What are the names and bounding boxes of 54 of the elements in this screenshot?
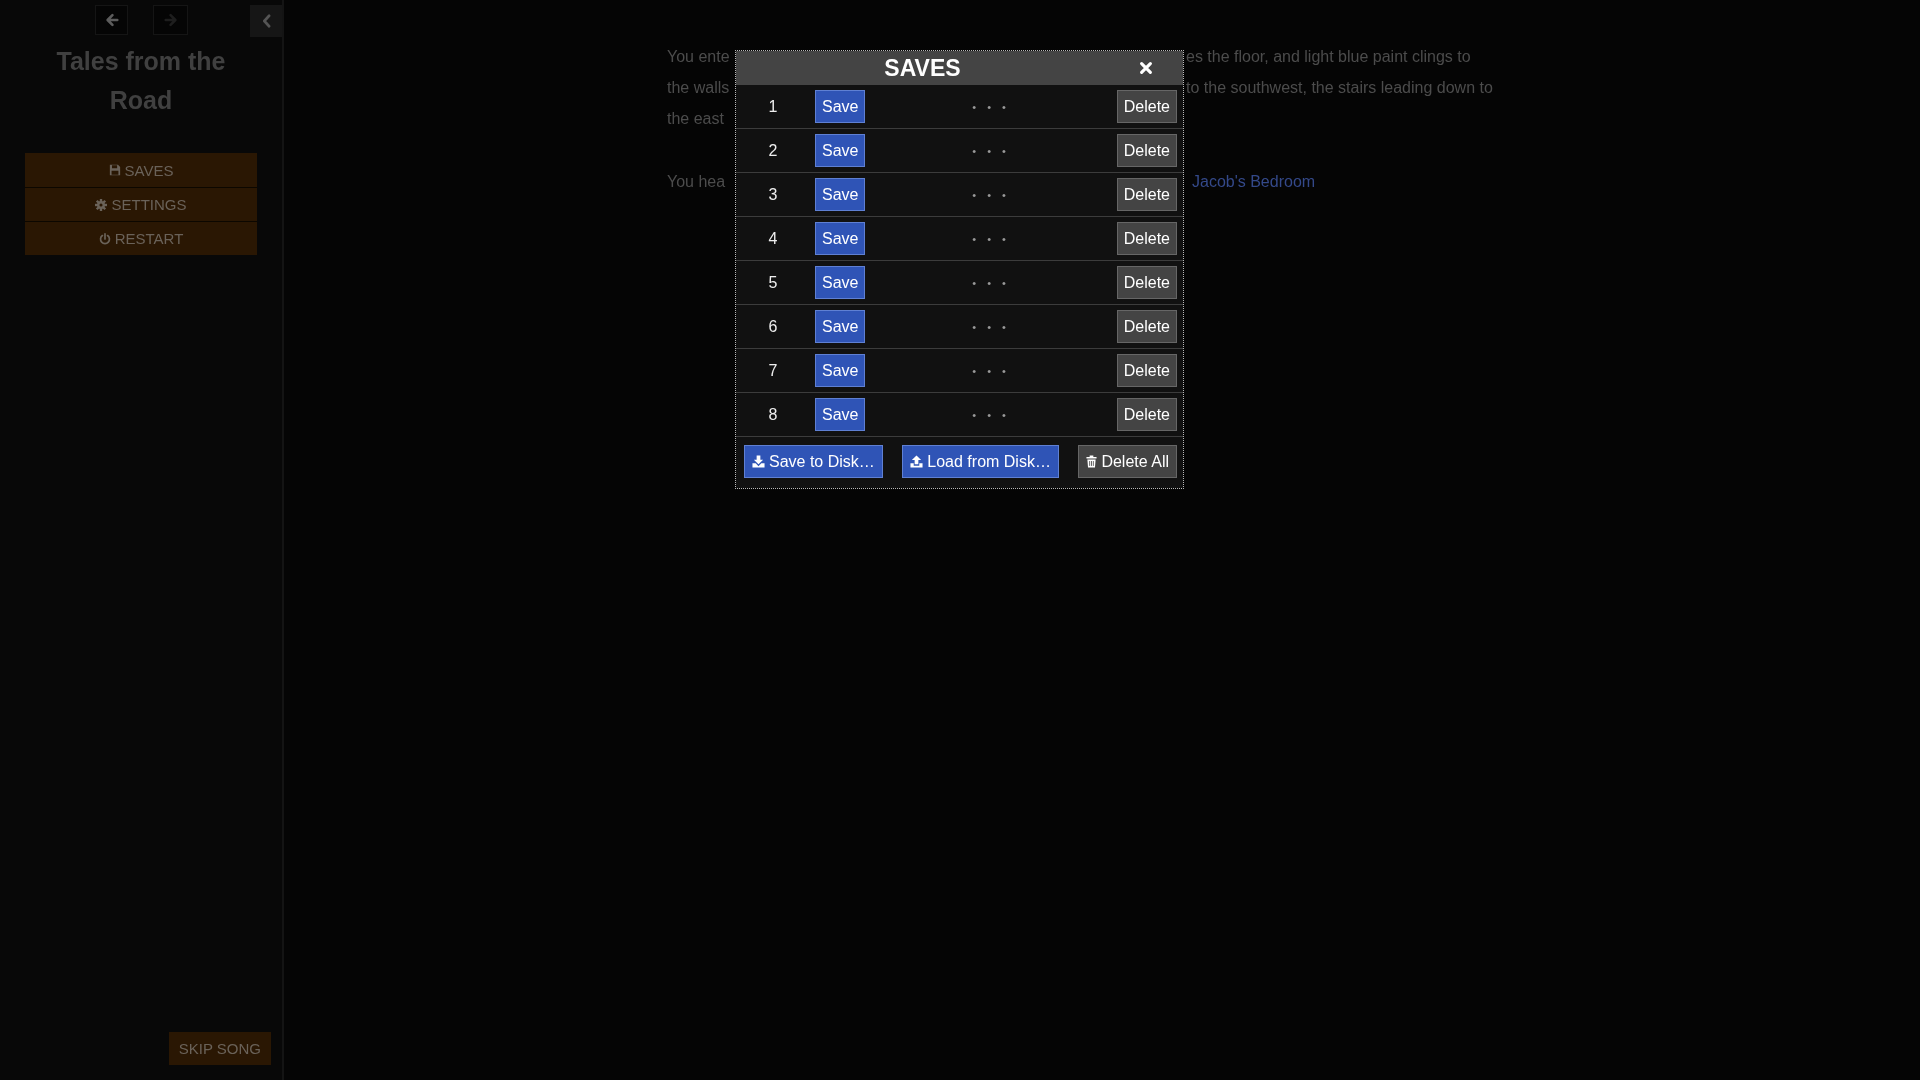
save-slot-button[interactable]: Save xyxy=(815,266,866,299)
arrow-left-icon xyxy=(104,13,119,27)
empty-slot-text: • • • xyxy=(971,188,1011,201)
download-icon xyxy=(752,455,765,468)
power-icon xyxy=(98,232,111,245)
passage-text: You hea xyxy=(667,172,726,192)
load-from-disk-button[interactable]: Load from Disk… xyxy=(902,445,1059,478)
slot-number: 5 xyxy=(767,273,779,292)
save-slot-button[interactable]: Save xyxy=(815,398,866,431)
empty-slot-text: • • • xyxy=(971,320,1011,333)
slot-number: 7 xyxy=(767,361,779,380)
empty-slot-text: • • • xyxy=(971,364,1011,377)
slot-number: 6 xyxy=(767,317,779,336)
back-button[interactable] xyxy=(95,5,128,35)
delete-slot-button[interactable]: Delete xyxy=(1116,222,1177,255)
empty-slot-text: • • • xyxy=(971,100,1011,113)
delete-slot-button[interactable]: Delete xyxy=(1116,398,1177,431)
passage-text: the east xyxy=(667,109,724,129)
delete-slot-button[interactable]: Delete xyxy=(1116,310,1177,343)
story-title: Tales from the Road xyxy=(55,46,227,116)
save-to-disk-button[interactable]: Save to Disk… xyxy=(744,445,883,478)
slot-number: 2 xyxy=(767,141,779,160)
empty-slot-text: • • • xyxy=(971,408,1011,421)
slot-number: 4 xyxy=(767,229,779,248)
delete-slot-button[interactable]: Delete xyxy=(1116,134,1177,167)
slot-number: 3 xyxy=(767,185,779,204)
arrow-right-icon xyxy=(163,13,178,27)
chevron-left-icon xyxy=(261,14,271,28)
empty-slot-text: • • • xyxy=(971,144,1011,157)
empty-slot-text: • • • xyxy=(971,232,1011,245)
upload-icon xyxy=(910,455,924,468)
passage-text: the walls xyxy=(667,78,730,98)
gear-icon xyxy=(95,198,108,211)
close-icon xyxy=(1139,61,1153,75)
passage-text: to the southwest, the stairs leading down to xyxy=(1186,78,1493,98)
collapse-sidebar-button[interactable] xyxy=(250,5,282,37)
trash-icon xyxy=(1086,455,1098,468)
delete-slot-button[interactable]: Delete xyxy=(1116,354,1177,387)
delete-all-button[interactable]: Delete All xyxy=(1078,445,1177,478)
empty-slot-text: • • • xyxy=(971,276,1011,289)
save-slot-button[interactable]: Save xyxy=(815,310,866,343)
delete-slot-button[interactable]: Delete xyxy=(1116,178,1177,211)
save-slot-button[interactable]: Save xyxy=(815,222,866,255)
dialog-title: SAVES xyxy=(883,54,962,83)
save-slot-button[interactable]: Save xyxy=(815,90,866,123)
save-slot-button[interactable]: Save xyxy=(815,178,866,211)
passage-text: You ente xyxy=(667,47,730,67)
delete-slot-button[interactable]: Delete xyxy=(1116,266,1177,299)
delete-slot-button[interactable]: Delete xyxy=(1116,90,1177,123)
slot-number: 8 xyxy=(767,405,779,424)
passage-text: es the floor, and light blue paint clings to xyxy=(1186,47,1471,67)
save-slot-button[interactable]: Save xyxy=(815,354,866,387)
save-slot-button[interactable]: Save xyxy=(815,134,866,167)
slot-number: 1 xyxy=(767,97,779,116)
